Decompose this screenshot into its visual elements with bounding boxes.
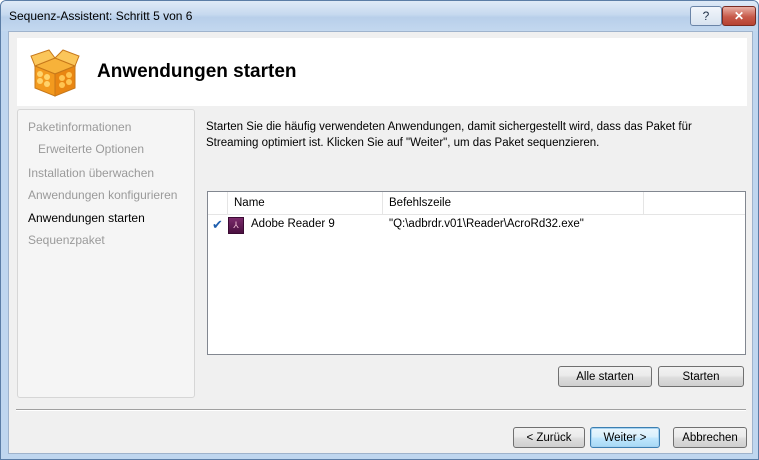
step-anwendungen-konfigurieren: Anwendungen konfigurieren xyxy=(28,188,178,202)
column-name[interactable]: Name xyxy=(228,192,383,214)
start-button[interactable]: Starten xyxy=(658,366,744,387)
wizard-steps-panel: Paketinformationen Erweiterte Optionen I… xyxy=(17,109,195,398)
applications-list[interactable]: Name Befehlszeile ✔ ⅄ Adobe Reader 9 "Q:… xyxy=(207,191,746,355)
step-erweiterte-optionen: Erweiterte Optionen xyxy=(38,142,145,156)
next-button[interactable]: Weiter > xyxy=(590,427,660,448)
wizard-header: Anwendungen starten xyxy=(17,38,747,106)
package-icon xyxy=(30,49,80,97)
adobe-reader-icon: ⅄ xyxy=(228,217,244,234)
step-sequenzpaket: Sequenzpaket xyxy=(28,233,105,247)
row-command: "Q:\adbrdr.v01\Reader\AcroRd32.exe" xyxy=(389,218,584,230)
wizard-client-area: Anwendungen starten Paketinformationen E… xyxy=(8,31,753,454)
window-title: Sequenz-Assistent: Schritt 5 von 6 xyxy=(9,9,193,23)
title-bar[interactable]: Sequenz-Assistent: Schritt 5 von 6 ? ✕ xyxy=(1,1,758,31)
wizard-window: Sequenz-Assistent: Schritt 5 von 6 ? ✕ A… xyxy=(0,0,759,460)
start-all-button[interactable]: Alle starten xyxy=(558,366,652,387)
step-paketinformationen: Paketinformationen xyxy=(28,120,132,134)
row-name: Adobe Reader 9 xyxy=(251,218,335,230)
cancel-button[interactable]: Abbrechen xyxy=(673,427,747,448)
close-button[interactable]: ✕ xyxy=(722,6,756,26)
list-header: Name Befehlszeile xyxy=(208,192,745,215)
footer-separator xyxy=(16,409,746,411)
help-button[interactable]: ? xyxy=(690,6,722,26)
column-check xyxy=(208,192,228,214)
page-title: Anwendungen starten xyxy=(97,61,297,82)
checkmark-icon[interactable]: ✔ xyxy=(212,217,223,233)
step-installation-ueberwachen: Installation überwachen xyxy=(28,166,155,180)
column-befehlszeile[interactable]: Befehlszeile xyxy=(383,192,644,214)
list-row[interactable]: ✔ ⅄ Adobe Reader 9 "Q:\adbrdr.v01\Reader… xyxy=(208,215,745,235)
back-button[interactable]: < Zurück xyxy=(513,427,585,448)
instruction-text: Starten Sie die häufig verwendeten Anwen… xyxy=(206,121,692,149)
step-anwendungen-starten: Anwendungen starten xyxy=(28,211,145,225)
